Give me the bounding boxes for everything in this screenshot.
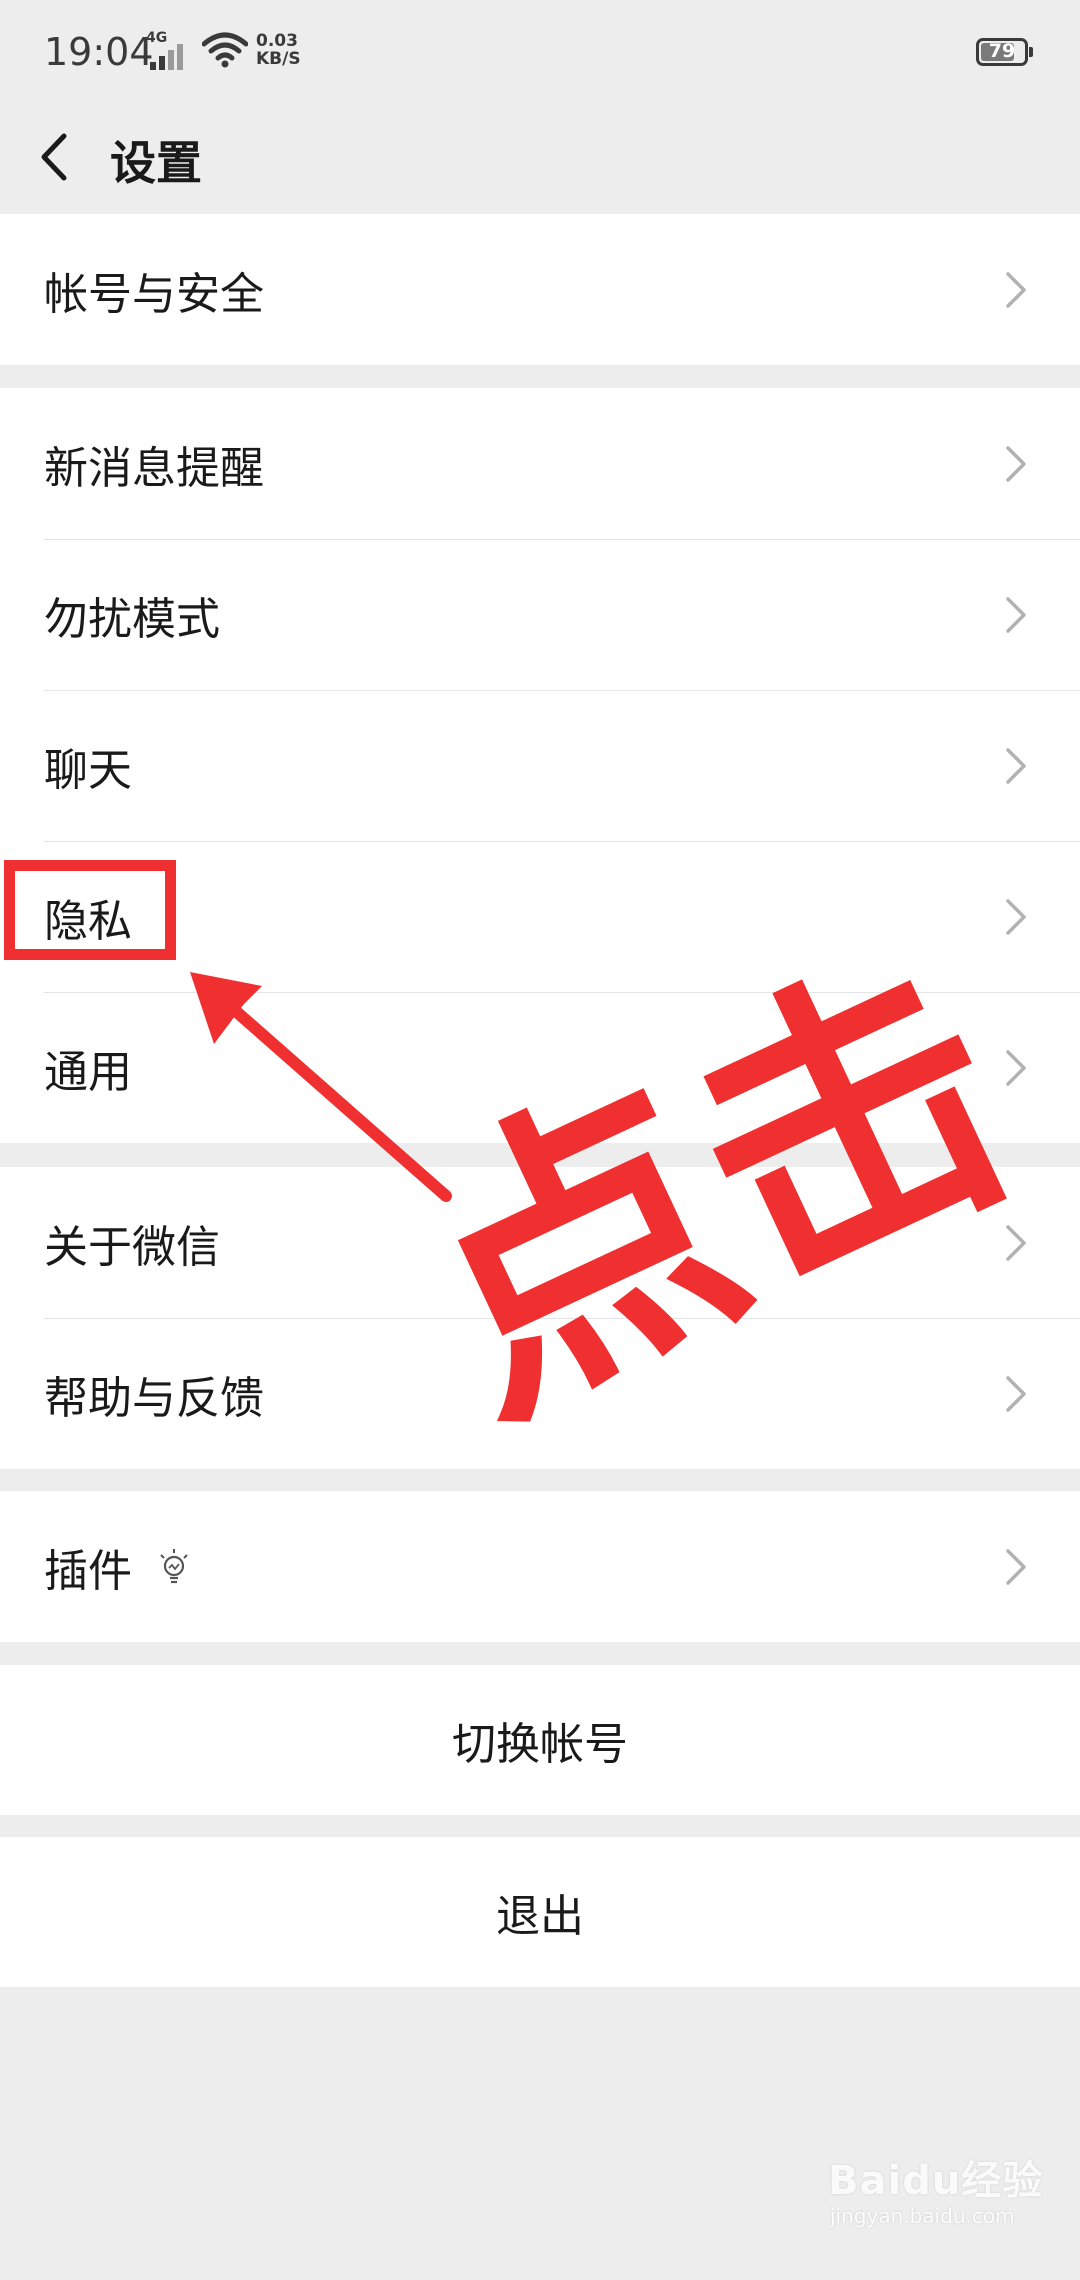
chevron-right-icon: [1006, 596, 1026, 633]
back-arrow-icon[interactable]: [30, 122, 80, 192]
settings-item-notifications[interactable]: 新消息提醒: [0, 388, 1080, 539]
switch-account-button[interactable]: 切换帐号: [0, 1665, 1080, 1815]
settings-item-do-not-disturb[interactable]: 勿扰模式: [0, 539, 1080, 690]
chevron-right-icon: [1006, 1375, 1026, 1412]
item-label: 插件: [44, 1545, 132, 1597]
item-label: 帮助与反馈: [44, 1372, 264, 1424]
chevron-right-icon: [1006, 271, 1026, 308]
chevron-right-icon: [1006, 445, 1026, 482]
battery-level: 79: [988, 40, 1016, 62]
network-speed: 0.03 KB/S: [256, 32, 301, 68]
cellular-signal-icon: 4G: [146, 30, 192, 70]
speed-value: 0.03: [256, 31, 298, 51]
nav-bar: 设置: [0, 110, 1080, 214]
watermark-url: jingyan.baidu.com: [830, 2204, 1015, 2228]
speed-unit: KB/S: [256, 49, 301, 69]
chevron-right-icon: [1006, 898, 1026, 935]
status-bar: 19:04 4G 0.03 KB/S 79: [0, 0, 1080, 110]
logout-button[interactable]: 退出: [0, 1837, 1080, 1987]
group-plugins: 插件: [0, 1491, 1080, 1642]
page-title: 设置: [110, 136, 202, 190]
chevron-right-icon: [1006, 747, 1026, 784]
item-label: 勿扰模式: [44, 593, 220, 645]
item-label: 关于微信: [44, 1221, 220, 1273]
chevron-right-icon: [1006, 1049, 1026, 1086]
settings-item-account-security[interactable]: 帐号与安全: [0, 214, 1080, 365]
wifi-icon: [202, 32, 248, 68]
item-label: 聊天: [44, 744, 132, 796]
group-account: 帐号与安全: [0, 214, 1080, 365]
battery-icon: 79: [976, 38, 1033, 66]
switch-account-label: 切换帐号: [452, 1719, 628, 1770]
item-label: 通用: [44, 1046, 132, 1098]
watermark-logo: Baidu经验: [828, 2158, 1044, 2204]
settings-item-plugins[interactable]: 插件: [0, 1491, 1080, 1642]
privacy-highlight-box: [4, 860, 176, 960]
item-label: 新消息提醒: [44, 442, 264, 494]
settings-item-chat[interactable]: 聊天: [0, 690, 1080, 841]
status-time: 19:04: [44, 30, 154, 74]
logout-label: 退出: [496, 1891, 584, 1942]
item-label: 帐号与安全: [44, 268, 264, 320]
lightbulb-icon: [160, 1548, 188, 1583]
chevron-right-icon: [1006, 1548, 1026, 1585]
